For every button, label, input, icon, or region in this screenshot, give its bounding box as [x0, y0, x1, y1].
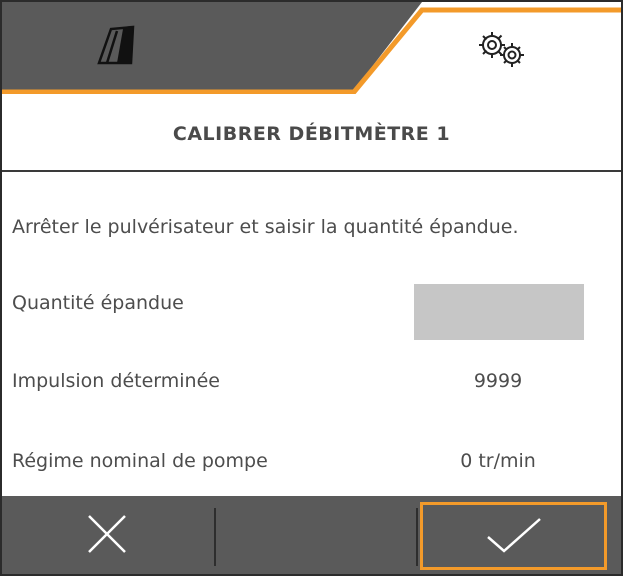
- calibration-form: Arrêter le pulvérisateur et saisir la qu…: [2, 172, 621, 496]
- field-icon: [97, 23, 137, 69]
- quantity-input[interactable]: [414, 284, 584, 340]
- impulse-row: Impulsion déterminée 9999: [2, 362, 621, 402]
- header-tabs: [2, 2, 621, 98]
- pump-speed-label: Régime nominal de pompe: [12, 450, 268, 472]
- cancel-button[interactable]: [2, 496, 212, 574]
- title-bar: CALIBRER DÉBITMÈTRE 1: [2, 98, 621, 172]
- bottom-bar: [2, 496, 621, 574]
- close-icon: [86, 513, 128, 558]
- pump-speed-row: Régime nominal de pompe 0 tr/min: [2, 442, 621, 482]
- empty-softkey[interactable]: [216, 496, 414, 574]
- calibration-screen: CALIBRER DÉBITMÈTRE 1 Arrêter le pulvéri…: [0, 0, 623, 576]
- tab-field-view[interactable]: [2, 2, 232, 90]
- instruction-text: Arrêter le pulvérisateur et saisir la qu…: [12, 216, 519, 238]
- gears-icon: [472, 29, 532, 73]
- tab-setup-menu[interactable]: [382, 8, 621, 94]
- confirm-button[interactable]: [420, 502, 607, 570]
- quantity-row: Quantité épandue: [2, 284, 621, 340]
- impulse-value: 9999: [473, 370, 523, 392]
- impulse-label: Impulsion déterminée: [12, 370, 220, 392]
- pump-speed-value: 0 tr/min: [460, 450, 536, 472]
- page-title: CALIBRER DÉBITMÈTRE 1: [172, 123, 451, 145]
- bar-divider: [416, 508, 418, 566]
- quantity-label: Quantité épandue: [12, 292, 184, 314]
- checkmark-icon: [484, 515, 544, 558]
